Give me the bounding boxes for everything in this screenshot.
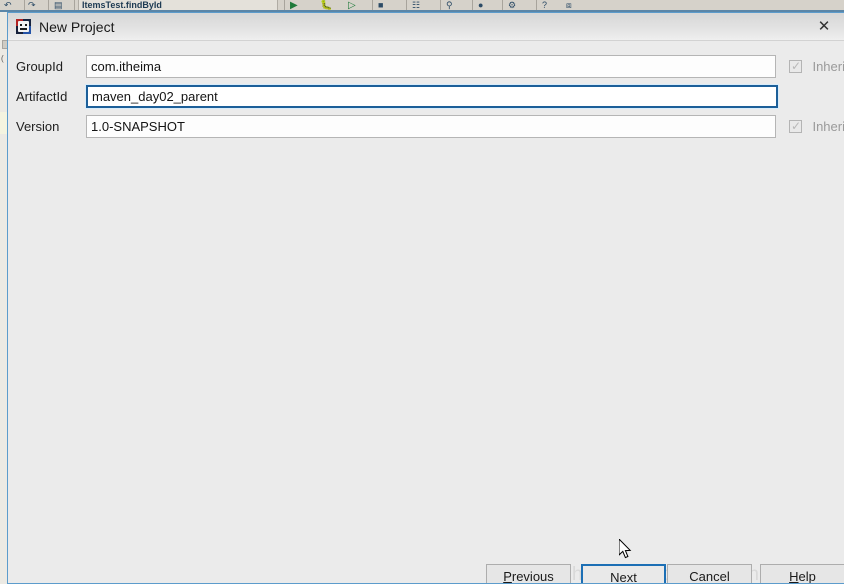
form-row-artifactid: ArtifactId [8,85,844,109]
dialog-titlebar: New Project ✕ [8,13,844,41]
form-row-version: Version ✓ Inherit [8,115,844,139]
version-input[interactable] [86,115,776,138]
intellij-idea-icon [16,19,31,34]
artifactid-label: ArtifactId [16,89,68,104]
form-row-groupid: GroupId ✓ Inherit [8,55,844,79]
groupid-input[interactable] [86,55,776,78]
groupid-inherit-label: Inherit [812,58,844,74]
next-button-label: ext [619,570,637,584]
project-coordinates-form: GroupId ✓ Inherit ArtifactId Version ✓ I… [8,40,844,545]
version-label: Version [16,119,60,134]
close-icon[interactable]: ✕ [804,13,844,39]
previous-button[interactable]: Previous [486,564,571,584]
version-inherit-label: Inherit [812,118,844,134]
screen-root: ↶ ↷ ▤ ItemsTest.findById ▶ 🐛 ▷ ■ ☷ ⚲ ● ⚙… [0,0,844,584]
groupid-inherit-checkbox[interactable]: ✓ Inherit [789,58,844,76]
checkmark-icon: ✓ [791,119,802,134]
previous-button-label: revious [511,569,554,584]
artifactid-input[interactable] [86,85,778,108]
dialog-title: New Project [39,19,115,35]
cancel-button[interactable]: Cancel [667,564,752,583]
new-project-dialog: New Project ✕ GroupId ✓ Inherit Artifact… [7,12,844,584]
checkbox-box[interactable]: ✓ [789,59,802,74]
help-button-label: elp [798,569,816,584]
dialog-button-bar: Previous Next Cancel Help [8,564,844,584]
groupid-label: GroupId [16,59,63,74]
checkbox-box[interactable]: ✓ [789,119,802,134]
version-inherit-checkbox[interactable]: ✓ Inherit [789,118,844,136]
checkmark-icon: ✓ [791,59,802,74]
help-button[interactable]: Help [760,564,844,584]
next-button[interactable]: Next [581,564,666,584]
